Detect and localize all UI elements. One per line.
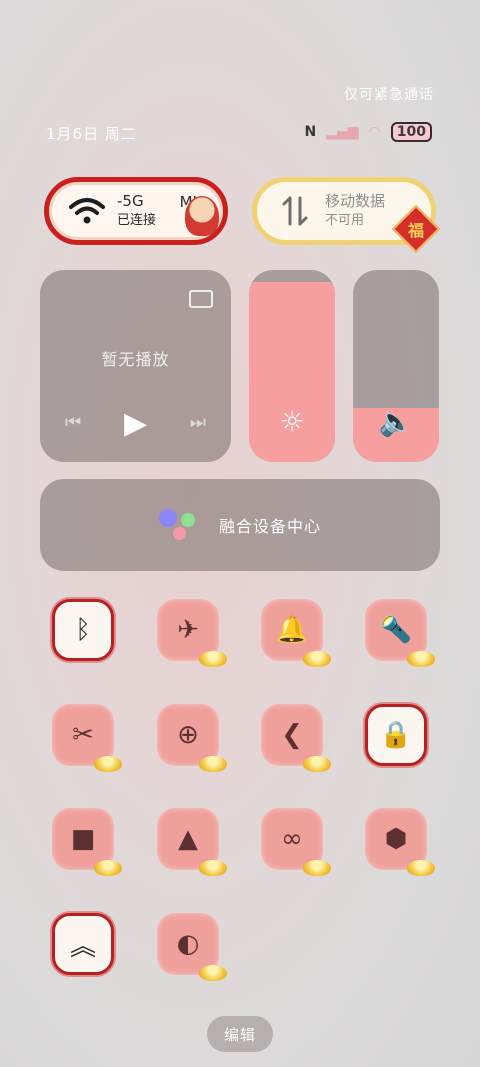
cast-icon[interactable] bbox=[189, 290, 213, 308]
media-player-card[interactable]: 暂无播放 ⏮ ▶ ⏭ bbox=[40, 270, 231, 462]
no-playback-label: 暂无播放 bbox=[101, 350, 170, 369]
flashlight-icon: 🔦 bbox=[379, 615, 413, 645]
boost-toggle[interactable]: ︽ bbox=[52, 913, 114, 975]
edit-button[interactable]: 编辑 bbox=[207, 1016, 273, 1052]
mascot-decoration-icon bbox=[185, 196, 219, 236]
signal-icon: ▂▄▆ bbox=[326, 124, 359, 140]
battery-saver-toggle[interactable]: ⊕ bbox=[157, 704, 227, 772]
flashlight-toggle[interactable]: 🔦 bbox=[365, 599, 435, 667]
gold-ingot-icon bbox=[199, 756, 227, 772]
fu-badge-icon: 福 bbox=[391, 204, 441, 254]
gold-ingot-icon bbox=[303, 651, 331, 667]
wifi-icon bbox=[67, 191, 107, 231]
emergency-call-label: 仅可紧急通话 bbox=[344, 87, 434, 103]
airplane-toggle[interactable]: ✈ bbox=[157, 599, 227, 667]
screenshot-toggle[interactable]: ✂ bbox=[52, 704, 122, 772]
data-arrows-icon bbox=[275, 191, 315, 231]
battery-icon: 100 bbox=[390, 122, 432, 142]
status-bar-icons: N ▂▄▆ ◠ 100 bbox=[305, 122, 432, 142]
nfc-icon: N bbox=[304, 124, 317, 140]
screen-cast-icon: ▲ bbox=[178, 824, 198, 854]
contrast-icon: ◐ bbox=[176, 929, 200, 959]
play-button[interactable]: ▶ bbox=[124, 406, 147, 441]
gold-ingot-icon bbox=[303, 860, 331, 876]
battery-saver-icon: ⊕ bbox=[177, 720, 199, 750]
gold-ingot-icon bbox=[94, 756, 122, 772]
link-toggle[interactable]: ∞ bbox=[261, 808, 331, 876]
brightness-slider[interactable]: ☼ bbox=[249, 270, 335, 462]
screen-record-toggle[interactable]: ■ bbox=[52, 808, 122, 876]
gold-ingot-icon bbox=[407, 651, 435, 667]
settings-toggle[interactable]: ⬢ bbox=[365, 808, 435, 876]
fusion-dots-icon bbox=[158, 509, 201, 541]
screen-cast-toggle[interactable]: ▲ bbox=[157, 808, 227, 876]
mobile-data-toggle[interactable]: 移动数据 不可用 福 bbox=[252, 177, 441, 254]
bluetooth-icon: ᛒ bbox=[75, 615, 91, 645]
bell-toggle[interactable]: 🔔 bbox=[261, 599, 331, 667]
wifi-name: -5G bbox=[117, 192, 144, 210]
airplane-icon: ✈ bbox=[177, 615, 199, 645]
fusion-device-center-button[interactable]: 融合设备中心 bbox=[40, 479, 440, 571]
wifi-toggle[interactable]: -5G 已连接 MI bbox=[44, 177, 228, 245]
link-icon: ∞ bbox=[281, 824, 303, 854]
bell-icon: 🔔 bbox=[275, 615, 309, 645]
gold-ingot-icon bbox=[303, 756, 331, 772]
wifi-status: 已连接 bbox=[117, 213, 157, 228]
contrast-toggle[interactable]: ◐ bbox=[157, 913, 227, 981]
volume-icon: 🔈 bbox=[378, 405, 414, 438]
gold-ingot-icon bbox=[199, 860, 227, 876]
boost-icon: ︽ bbox=[69, 931, 96, 962]
previous-track-button[interactable]: ⏮ bbox=[65, 412, 81, 433]
screen-record-icon: ■ bbox=[70, 824, 96, 854]
date-label: 1月6日 周二 bbox=[46, 125, 137, 143]
gold-ingot-icon bbox=[199, 965, 227, 981]
shortcut-icon: ❮ bbox=[281, 720, 303, 750]
bluetooth-toggle[interactable]: ᛒ bbox=[52, 599, 114, 661]
mobile-data-status: 不可用 bbox=[325, 213, 365, 228]
rotation-lock-toggle[interactable]: 🔒 bbox=[365, 704, 427, 766]
wifi-status-icon: ◠ bbox=[368, 124, 381, 140]
gold-ingot-icon bbox=[199, 651, 227, 667]
screenshot-icon: ✂ bbox=[72, 720, 94, 750]
mobile-data-label: 移动数据 bbox=[325, 192, 386, 210]
settings-icon: ⬢ bbox=[384, 824, 408, 854]
gold-ingot-icon bbox=[94, 860, 122, 876]
fusion-device-center-label: 融合设备中心 bbox=[218, 517, 321, 536]
brightness-icon: ☼ bbox=[279, 405, 305, 438]
next-track-button[interactable]: ⏭ bbox=[190, 412, 206, 433]
shortcut-toggle[interactable]: ❮ bbox=[261, 704, 331, 772]
volume-slider[interactable]: 🔈 bbox=[353, 270, 439, 462]
gold-ingot-icon bbox=[407, 860, 435, 876]
rotation-lock-icon: 🔒 bbox=[379, 720, 413, 750]
